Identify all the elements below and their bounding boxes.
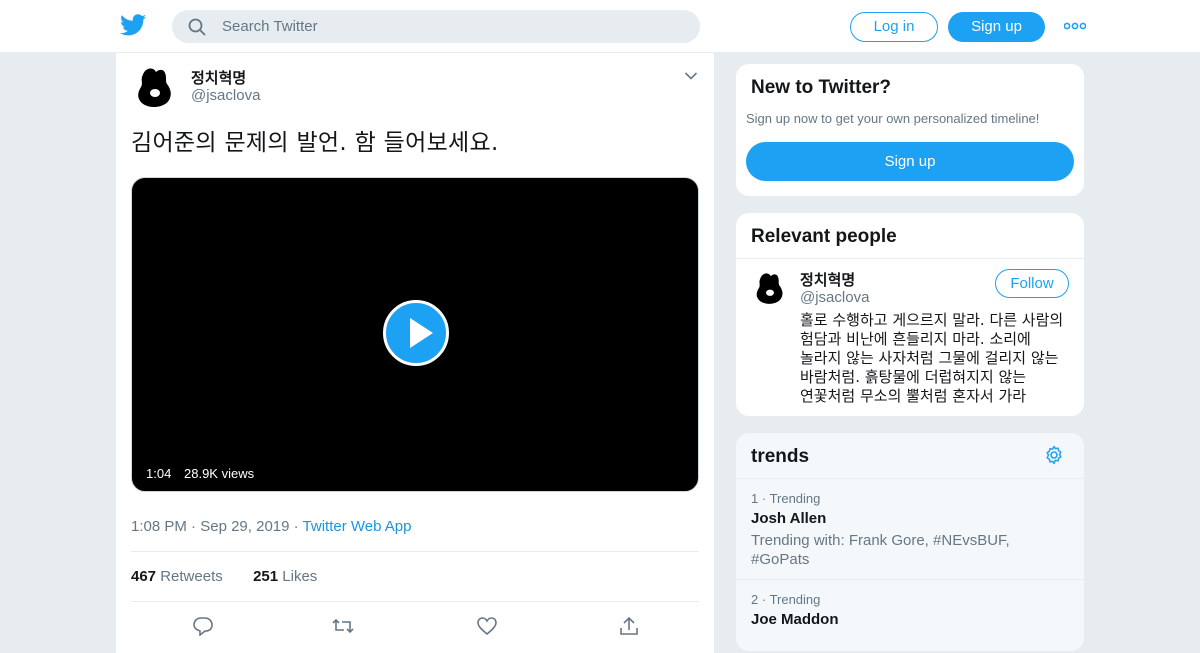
signup-big-button[interactable]: Sign up — [746, 142, 1074, 181]
person-avatar[interactable] — [751, 269, 789, 307]
tweet-time[interactable]: 1:08 PM — [131, 518, 187, 535]
card-title: trends — [751, 446, 810, 467]
trend-item[interactable]: 2 · Trending Joe Maddon — [736, 579, 1084, 628]
reply-icon[interactable] — [192, 616, 214, 636]
trend-name: Joe Maddon — [751, 611, 839, 628]
meta-separator: · — [293, 518, 303, 535]
person-name[interactable]: 정치혁명 — [800, 269, 855, 290]
meta-separator: · — [191, 518, 201, 535]
login-button[interactable]: Log in — [850, 12, 938, 42]
likes-stat[interactable]: 251 Likes — [253, 568, 317, 585]
trend-name: Josh Allen — [751, 510, 827, 527]
divider — [736, 258, 1084, 259]
trend-description: Trending with: Frank Gore, #NEvsBUF, #Go… — [751, 532, 1010, 568]
video-player[interactable]: 1:04 28.9K views — [131, 177, 699, 492]
tweet-stats: 467 Retweets 251 Likes — [131, 568, 317, 585]
retweets-count: 467 — [131, 568, 157, 585]
author-name[interactable]: 정치혁명 — [191, 67, 246, 88]
card-title: Relevant people — [751, 226, 897, 247]
card-subtitle: Sign up now to get your own personalized… — [746, 111, 1040, 126]
like-heart-icon[interactable] — [476, 616, 498, 636]
follow-button[interactable]: Follow — [995, 269, 1069, 298]
trend-item[interactable]: 1 · Trending Josh Allen Trending with: F… — [736, 478, 1084, 569]
chevron-down-icon[interactable] — [684, 71, 698, 81]
likes-count: 251 — [253, 568, 279, 585]
tweet-panel: 정치혁명 @jsaclova 김어준의 문제의 발언. 함 들어보세요. 1:0… — [115, 53, 715, 653]
retweet-icon[interactable] — [332, 616, 354, 636]
card-title: New to Twitter? — [751, 77, 892, 98]
trends-card: trends 1 · Trending Josh Allen Trending … — [735, 432, 1085, 652]
divider — [131, 601, 699, 602]
trend-rank: 1 — [751, 491, 759, 506]
play-button[interactable] — [383, 300, 449, 366]
tweet-text: 김어준의 문제의 발언. 함 들어보세요. — [131, 130, 499, 156]
divider — [131, 551, 699, 552]
trend-meta: 1 · Trending — [751, 491, 821, 506]
tweet-date[interactable]: Sep 29, 2019 — [200, 518, 289, 535]
trend-rank: 2 — [751, 592, 759, 607]
tweet-source-link[interactable]: Twitter Web App — [303, 518, 412, 535]
search-input[interactable] — [222, 10, 682, 43]
retweets-label: Retweets — [160, 568, 223, 585]
gear-icon[interactable] — [1044, 445, 1064, 465]
tweet-meta: 1:08 PM · Sep 29, 2019 · Twitter Web App — [131, 518, 412, 535]
search-box[interactable] — [172, 10, 700, 43]
video-duration: 1:04 — [140, 464, 178, 484]
signup-button[interactable]: Sign up — [948, 12, 1045, 42]
author-handle[interactable]: @jsaclova — [191, 87, 260, 104]
twitter-logo-icon[interactable] — [120, 14, 146, 36]
person-bio: 홀로 수행하고 게으르지 말라. 다른 사람의 험담과 비난에 흔들리지 마라.… — [800, 311, 1064, 405]
retweets-stat[interactable]: 467 Retweets — [131, 568, 223, 585]
new-to-twitter-card: New to Twitter? Sign up now to get your … — [735, 63, 1085, 197]
search-icon — [188, 18, 206, 36]
trend-label: Trending — [769, 491, 821, 506]
trend-meta: 2 · Trending — [751, 592, 821, 607]
likes-label: Likes — [282, 568, 318, 585]
trend-label: Trending — [769, 592, 821, 607]
avatar-silhouette-icon — [138, 68, 171, 107]
top-bar: Log in Sign up — [0, 0, 1200, 53]
author-avatar[interactable] — [131, 63, 179, 111]
avatar-silhouette-icon — [756, 273, 783, 304]
more-options-icon[interactable] — [1064, 22, 1086, 30]
relevant-people-card: Relevant people 정치혁명 @jsaclova Follow 홀로… — [735, 212, 1085, 417]
video-views: 28.9K views — [178, 464, 261, 484]
share-icon[interactable] — [618, 616, 640, 636]
person-handle[interactable]: @jsaclova — [800, 289, 869, 306]
play-icon — [410, 318, 433, 348]
